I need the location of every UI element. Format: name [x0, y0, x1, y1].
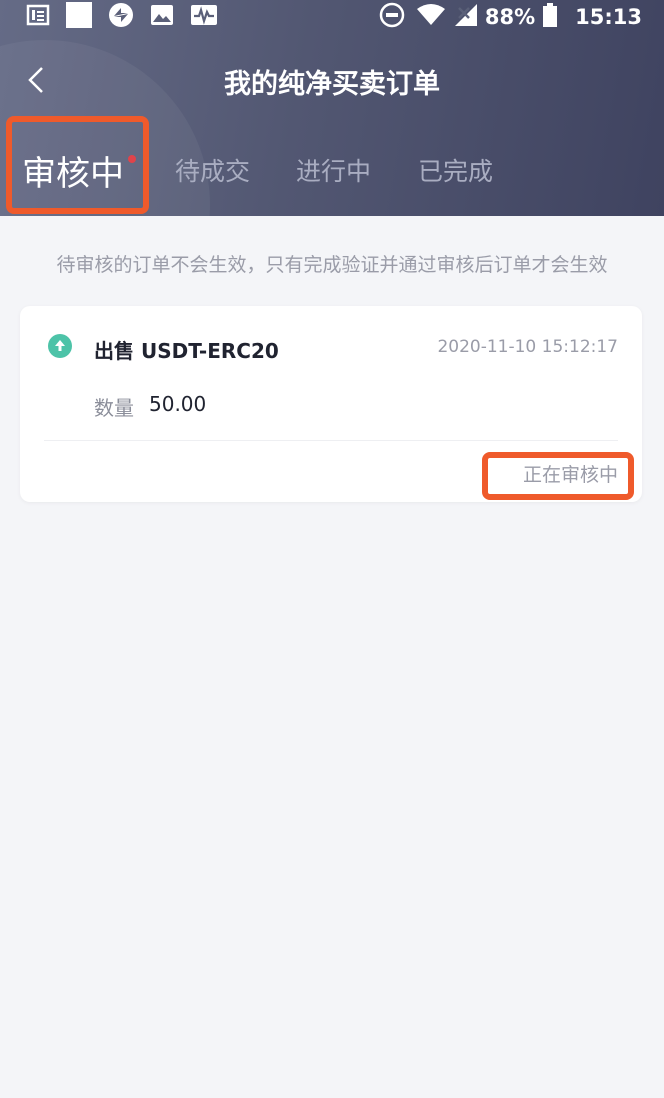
battery-icon	[543, 3, 558, 31]
divider	[44, 440, 618, 441]
sync-icon	[108, 2, 134, 32]
activity-icon	[190, 3, 218, 31]
no-signal-icon	[454, 4, 477, 30]
battery-percent: 88%	[484, 5, 536, 29]
square-icon	[66, 2, 92, 32]
status-bar: 88% 15:13	[0, 0, 664, 32]
quantity-label: 数量	[94, 396, 134, 420]
image-icon	[150, 3, 174, 31]
tab-in-progress[interactable]: 进行中	[296, 152, 371, 188]
order-type: 出售 USDT-ERC20	[94, 339, 279, 363]
tab-completed[interactable]: 已完成	[418, 152, 493, 188]
notes-icon	[26, 3, 50, 31]
clock: 15:13	[575, 5, 642, 29]
page-title: 我的纯净买卖订单	[224, 69, 440, 100]
quantity-value: 50.00	[149, 392, 207, 416]
highlight-box-status	[482, 452, 634, 500]
notice-text: 待审核的订单不会生效，只有完成验证并通过审核后订单才会生效	[56, 254, 608, 276]
order-time: 2020-11-10 15:12:17	[437, 337, 618, 357]
tab-pending[interactable]: 待成交	[175, 152, 250, 188]
nav-bar: 我的纯净买卖订单	[0, 52, 664, 108]
highlight-box-tab	[6, 116, 149, 214]
upload-arrow-icon	[48, 334, 72, 358]
do-not-disturb-icon	[379, 2, 405, 32]
wifi-icon	[416, 4, 445, 30]
